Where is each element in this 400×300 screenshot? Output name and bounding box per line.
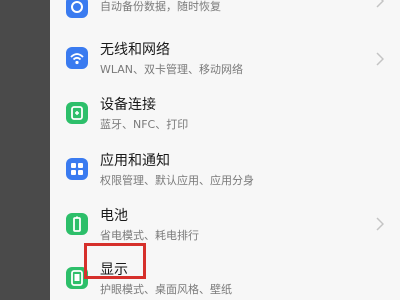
chevron-right-icon [376,52,384,66]
settings-item-title: 应用和通知 [100,153,170,169]
settings-item-title: 设备连接 [100,97,156,113]
settings-screen: 自动备份数据，随时恢复 无线和网络 WLAN、双卡管理、移动网络 设备连接 蓝牙… [50,0,400,300]
backup-icon [66,0,88,18]
settings-item-title: 无线和网络 [100,42,170,58]
apps-icon [66,158,88,180]
settings-item-device-connection[interactable]: 设备连接 蓝牙、NFC、打印 [50,91,400,151]
display-icon [66,267,88,289]
settings-item-wireless[interactable]: 无线和网络 WLAN、双卡管理、移动网络 [50,34,400,94]
device-icon [66,102,88,124]
chevron-right-icon [376,217,384,231]
settings-item-subtitle: 权限管理、默认应用、应用分身 [100,174,254,187]
settings-item-apps[interactable]: 应用和通知 权限管理、默认应用、应用分身 [50,146,400,206]
settings-item-subtitle: WLAN、双卡管理、移动网络 [100,63,244,76]
settings-item-battery[interactable]: 电池 省电模式、耗电排行 [50,201,400,261]
battery-icon [66,213,88,235]
settings-item-subtitle: 蓝牙、NFC、打印 [100,118,189,131]
settings-item-backup[interactable]: 自动备份数据，随时恢复 [50,0,400,30]
chevron-right-icon [376,0,384,8]
blur-overlay [310,255,400,300]
wifi-icon [66,47,88,69]
settings-item-subtitle: 护眼模式、桌面风格、壁纸 [100,283,232,296]
settings-item-subtitle: 省电模式、耗电排行 [100,229,199,242]
settings-item-title: 显示 [100,262,128,278]
settings-item-subtitle: 自动备份数据，随时恢复 [100,0,221,13]
settings-item-title: 电池 [100,208,128,224]
